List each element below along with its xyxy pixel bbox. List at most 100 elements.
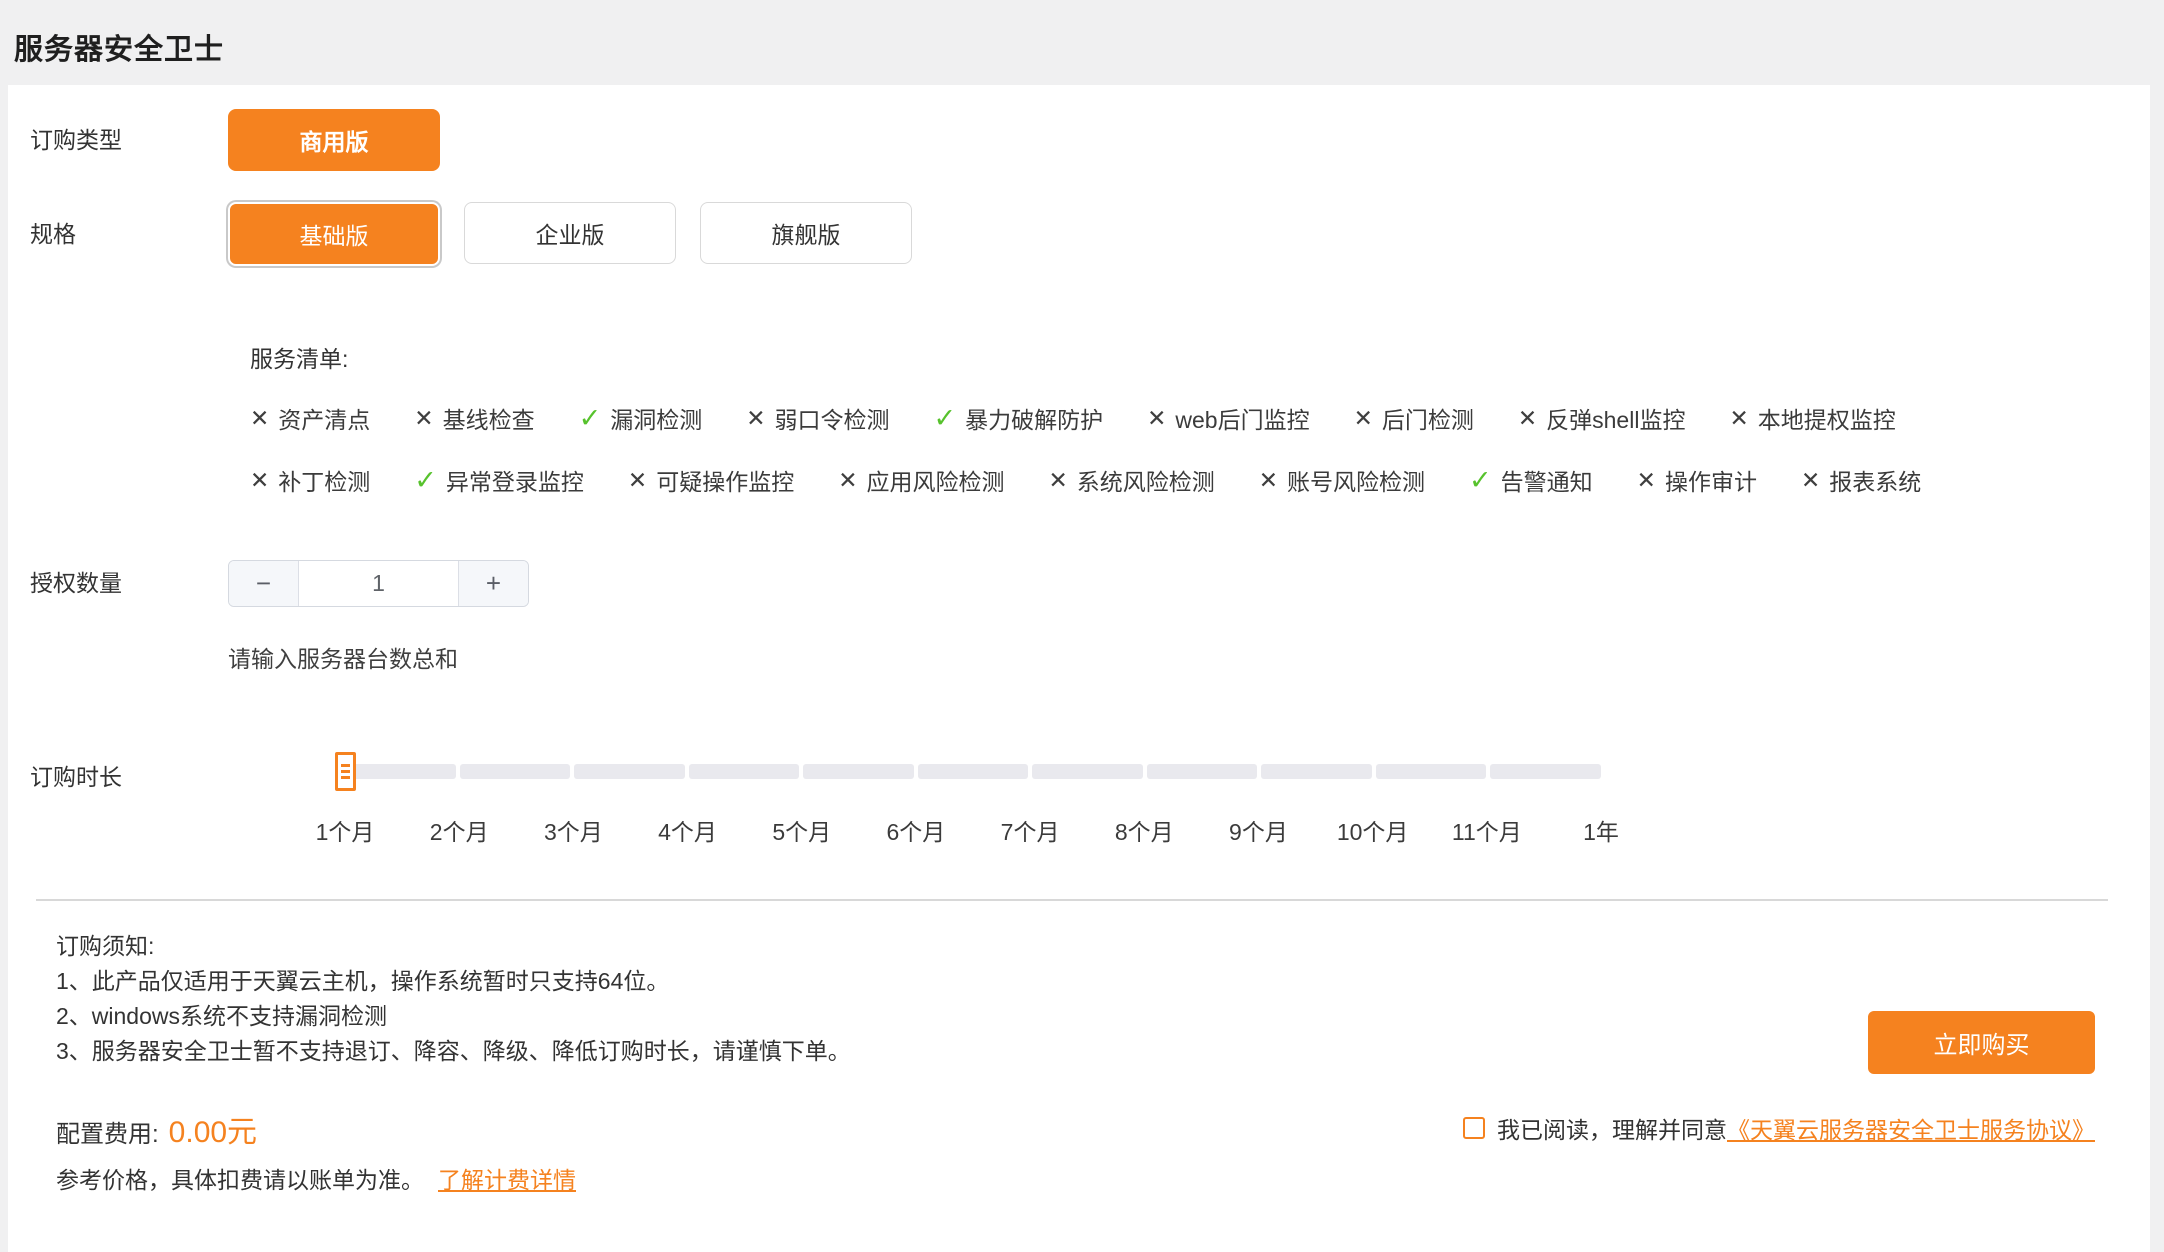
service-item-label: 后门检测: [1382, 401, 1474, 435]
slider-segment[interactable]: [574, 764, 685, 779]
quantity-decrease-button[interactable]: −: [229, 561, 299, 606]
service-item-label: 系统风险检测: [1077, 463, 1215, 497]
notes-line: 1、此产品仅适用于天翼云主机，操作系统暂时只支持64位。: [56, 964, 851, 999]
slider-tick-label[interactable]: 6个月: [887, 813, 946, 847]
slider-segment[interactable]: [460, 764, 571, 779]
cross-icon: ✕: [250, 469, 269, 492]
slider-tick-labels: 1个月2个月3个月4个月5个月6个月7个月8个月9个月10个月11个月1年: [345, 813, 1601, 843]
quantity-stepper: − 1 +: [228, 560, 529, 607]
service-row: ✕资产清点✕基线检查✓漏洞检测✕弱口令检测✓暴力破解防护✕web后门监控✕后门检…: [250, 400, 2128, 436]
service-list: ✕资产清点✕基线检查✓漏洞检测✕弱口令检测✓暴力破解防护✕web后门监控✕后门检…: [250, 400, 2128, 498]
handle-grip-icon: [341, 776, 350, 779]
service-item-label: 账号风险检测: [1287, 463, 1425, 497]
spec-label: 规格: [30, 202, 228, 266]
service-item: ✕应用风险检测: [838, 462, 1004, 498]
service-item-label: 反弹shell监控: [1546, 401, 1685, 435]
quantity-label: 授权数量: [30, 560, 228, 607]
order-type-options: 商用版: [228, 109, 440, 171]
slider-tick-label[interactable]: 4个月: [658, 813, 717, 847]
slider-tick-label[interactable]: 10个月: [1337, 813, 1409, 847]
cross-icon: ✕: [1147, 407, 1166, 430]
slider-tick-label[interactable]: 11个月: [1452, 813, 1522, 847]
fee-block: 配置费用: 0.00元 参考价格，具体扣费请以账单为准。了解计费详情: [56, 1107, 851, 1195]
purchase-actions: 立即购买 我已阅读，理解并同意 《天翼云服务器安全卫士服务协议》: [1463, 1011, 2095, 1145]
slider-segment[interactable]: [803, 764, 914, 779]
duration-row: 订购时长 1个月2个月3个月4个月5个月6个月7个月8个月9个月10个月11个月…: [30, 752, 2128, 843]
fee-label: 配置费用:: [56, 1114, 159, 1149]
service-item-label: web后门监控: [1175, 401, 1309, 435]
order-type-option[interactable]: 商用版: [228, 109, 440, 171]
slider-tick-label[interactable]: 5个月: [772, 813, 831, 847]
purchase-notes: 订购须知: 1、此产品仅适用于天翼云主机，操作系统暂时只支持64位。 2、win…: [56, 929, 851, 1069]
service-item: ✕ web后门监控: [1147, 400, 1309, 436]
slider-tick-label[interactable]: 2个月: [430, 813, 489, 847]
service-item: ✓ 告警通知: [1469, 462, 1593, 498]
slider-segment[interactable]: [1147, 764, 1258, 779]
slider-segment[interactable]: [1032, 764, 1143, 779]
spec-row: 规格 基础版企业版旗舰版: [30, 202, 2128, 266]
slider-tick-label[interactable]: 3个月: [544, 813, 603, 847]
service-item-label: 告警通知: [1501, 463, 1593, 497]
slider-tick-label[interactable]: 1年: [1583, 813, 1619, 847]
service-item: ✕ 后门检测: [1354, 400, 1474, 436]
agreement-row: 我已阅读，理解并同意 《天翼云服务器安全卫士服务协议》: [1463, 1111, 2095, 1145]
slider-handle[interactable]: [335, 752, 356, 791]
notes-line: 2、windows系统不支持漏洞检测: [56, 999, 851, 1034]
page-header: 服务器安全卫士: [0, 0, 2164, 85]
slider-segment[interactable]: [1490, 764, 1601, 779]
notes-and-pricing: 订购须知: 1、此产品仅适用于天翼云主机，操作系统暂时只支持64位。 2、win…: [56, 929, 851, 1195]
duration-label: 订购时长: [30, 752, 228, 792]
slider-tick-label[interactable]: 8个月: [1115, 813, 1174, 847]
cross-icon: ✕: [1518, 407, 1537, 430]
cross-icon: ✕: [838, 469, 857, 492]
agreement-text: 我已阅读，理解并同意: [1497, 1111, 1727, 1145]
service-item-label: 补丁检测: [278, 463, 370, 497]
service-item: ✕可疑操作监控: [628, 462, 794, 498]
order-type-label: 订购类型: [30, 109, 228, 171]
cross-icon: ✕: [1048, 469, 1067, 492]
service-item: ✓暴力破解防护: [933, 400, 1103, 436]
service-item-label: 漏洞检测: [610, 401, 702, 435]
buy-now-button[interactable]: 立即购买: [1868, 1011, 2095, 1074]
cross-icon: ✕: [1354, 407, 1373, 430]
handle-grip-icon: [341, 770, 350, 773]
service-item: ✕本地提权监控: [1729, 400, 1895, 436]
service-list-section: 服务清单: ✕资产清点✕基线检查✓漏洞检测✕弱口令检测✓暴力破解防护✕web后门…: [250, 340, 2128, 498]
spec-option[interactable]: 旗舰版: [700, 202, 912, 264]
service-item-label: 暴力破解防护: [965, 401, 1103, 435]
slider-segment[interactable]: [689, 764, 800, 779]
slider-tick-label[interactable]: 9个月: [1229, 813, 1288, 847]
quantity-input[interactable]: 1: [299, 561, 458, 606]
agreement-link[interactable]: 《天翼云服务器安全卫士服务协议》: [1727, 1111, 2095, 1145]
slider-segment[interactable]: [1261, 764, 1372, 779]
service-item-label: 弱口令检测: [774, 401, 889, 435]
handle-grip-icon: [341, 764, 350, 767]
service-item: ✕账号风险检测: [1259, 462, 1425, 498]
service-item-label: 报表系统: [1829, 463, 1921, 497]
slider-segment[interactable]: [918, 764, 1029, 779]
agreement-checkbox[interactable]: [1463, 1117, 1485, 1139]
service-list-title: 服务清单:: [250, 340, 2128, 374]
check-icon: ✓: [1469, 467, 1492, 494]
slider-tick-label[interactable]: 1个月: [316, 813, 375, 847]
cross-icon: ✕: [1729, 407, 1748, 430]
quantity-row: 授权数量 − 1 +: [30, 560, 2128, 607]
billing-details-link[interactable]: 了解计费详情: [438, 1167, 576, 1193]
service-item: ✓异常登录监控: [414, 462, 584, 498]
cross-icon: ✕: [250, 407, 269, 430]
slider-tick-label[interactable]: 7个月: [1001, 813, 1060, 847]
slider-segment[interactable]: [345, 764, 456, 779]
notes-title: 订购须知:: [56, 929, 851, 964]
duration-slider[interactable]: 1个月2个月3个月4个月5个月6个月7个月8个月9个月10个月11个月1年: [345, 764, 1601, 843]
quantity-hint: 请输入服务器台数总和: [228, 640, 2128, 674]
check-icon: ✓: [579, 405, 602, 432]
slider-segment[interactable]: [1376, 764, 1487, 779]
spec-option[interactable]: 基础版: [228, 202, 440, 266]
purchase-config-card: 订购类型 商用版 规格 基础版企业版旗舰版 服务清单: ✕资产清点✕基线检查✓漏…: [8, 85, 2150, 1252]
page-title: 服务器安全卫士: [14, 26, 2164, 68]
quantity-increase-button[interactable]: +: [458, 561, 528, 606]
service-item: ✕弱口令检测: [746, 400, 889, 436]
slider-track[interactable]: [345, 764, 1601, 779]
service-item-label: 操作审计: [1665, 463, 1757, 497]
spec-option[interactable]: 企业版: [464, 202, 676, 264]
